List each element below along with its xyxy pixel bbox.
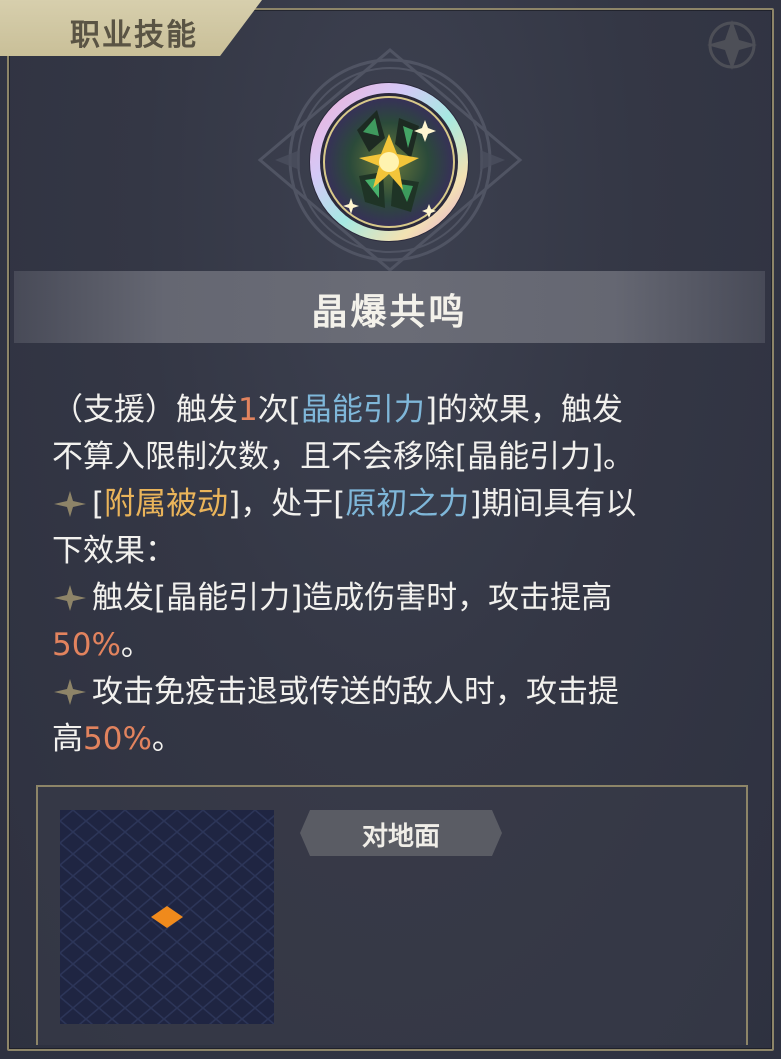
description-text: ]，处于[ xyxy=(228,486,346,522)
tab-label: 职业技能 xyxy=(70,18,198,53)
header-tab[interactable]: 职业技能 xyxy=(0,0,262,56)
description-line: 不算入限制次数，且不会移除[晶能引力]。 xyxy=(52,439,635,475)
passive-line-cont: 下效果： xyxy=(52,533,176,569)
keyword-crystal-gravity[interactable]: 晶能引力 xyxy=(301,392,425,428)
description-text: 攻击免疫击退或传送的敌人时，攻击提 xyxy=(92,674,619,710)
keyword-primal-power[interactable]: 原初之力 xyxy=(345,486,469,522)
description-text: 次[ xyxy=(257,392,301,428)
attack-range-grid xyxy=(60,810,274,1024)
effect-value: 50% xyxy=(52,627,121,663)
passive-line: [附属被动]，处于[原初之力]期间具有以 xyxy=(52,481,742,528)
four-point-star-icon xyxy=(54,585,86,611)
target-type-label: 对地面 xyxy=(361,822,440,852)
four-point-star-icon xyxy=(54,679,86,705)
description-text: 。 xyxy=(120,627,152,663)
description-line: （支援）触发1次[晶能引力]的效果，触发 xyxy=(52,387,742,434)
skill-description: （支援）触发1次[晶能引力]的效果，触发 不算入限制次数，且不会移除[晶能引力]… xyxy=(52,387,742,763)
target-type-tag: 对地面 xyxy=(300,810,502,856)
effect-value: 50% xyxy=(83,721,152,757)
description-text: [ xyxy=(92,486,105,522)
effect-line: 触发[晶能引力]造成伤害时，攻击提高 xyxy=(52,575,742,622)
effect-line-cont: 50%。 xyxy=(52,622,742,669)
skill-name-banner: 晶爆共鸣 xyxy=(14,271,765,343)
description-text: 触发[晶能引力]造成伤害时，攻击提高 xyxy=(92,580,613,616)
skill-panel: 职业技能 晶爆共鸣 （支援）触发1次[晶能引力]的效果，触发 不算入限制次数，且… xyxy=(0,0,781,1059)
effect-line: 攻击免疫击退或传送的敌人时，攻击提 xyxy=(52,669,742,716)
corner-ornament-icon xyxy=(707,20,757,70)
description-text: （支援）触发 xyxy=(52,392,238,428)
description-text: ]的效果，触发 xyxy=(424,392,623,428)
effect-line-cont: 高50%。 xyxy=(52,716,742,763)
trigger-count: 1 xyxy=(238,392,258,428)
description-text: 高 xyxy=(52,721,83,757)
crystal-burst-icon xyxy=(309,82,469,242)
skill-name: 晶爆共鸣 xyxy=(311,292,468,333)
keyword-attached-passive[interactable]: 附属被动 xyxy=(104,486,228,522)
description-text: 。 xyxy=(151,721,183,757)
four-point-star-icon xyxy=(54,491,86,517)
description-text: ]期间具有以 xyxy=(469,486,637,522)
